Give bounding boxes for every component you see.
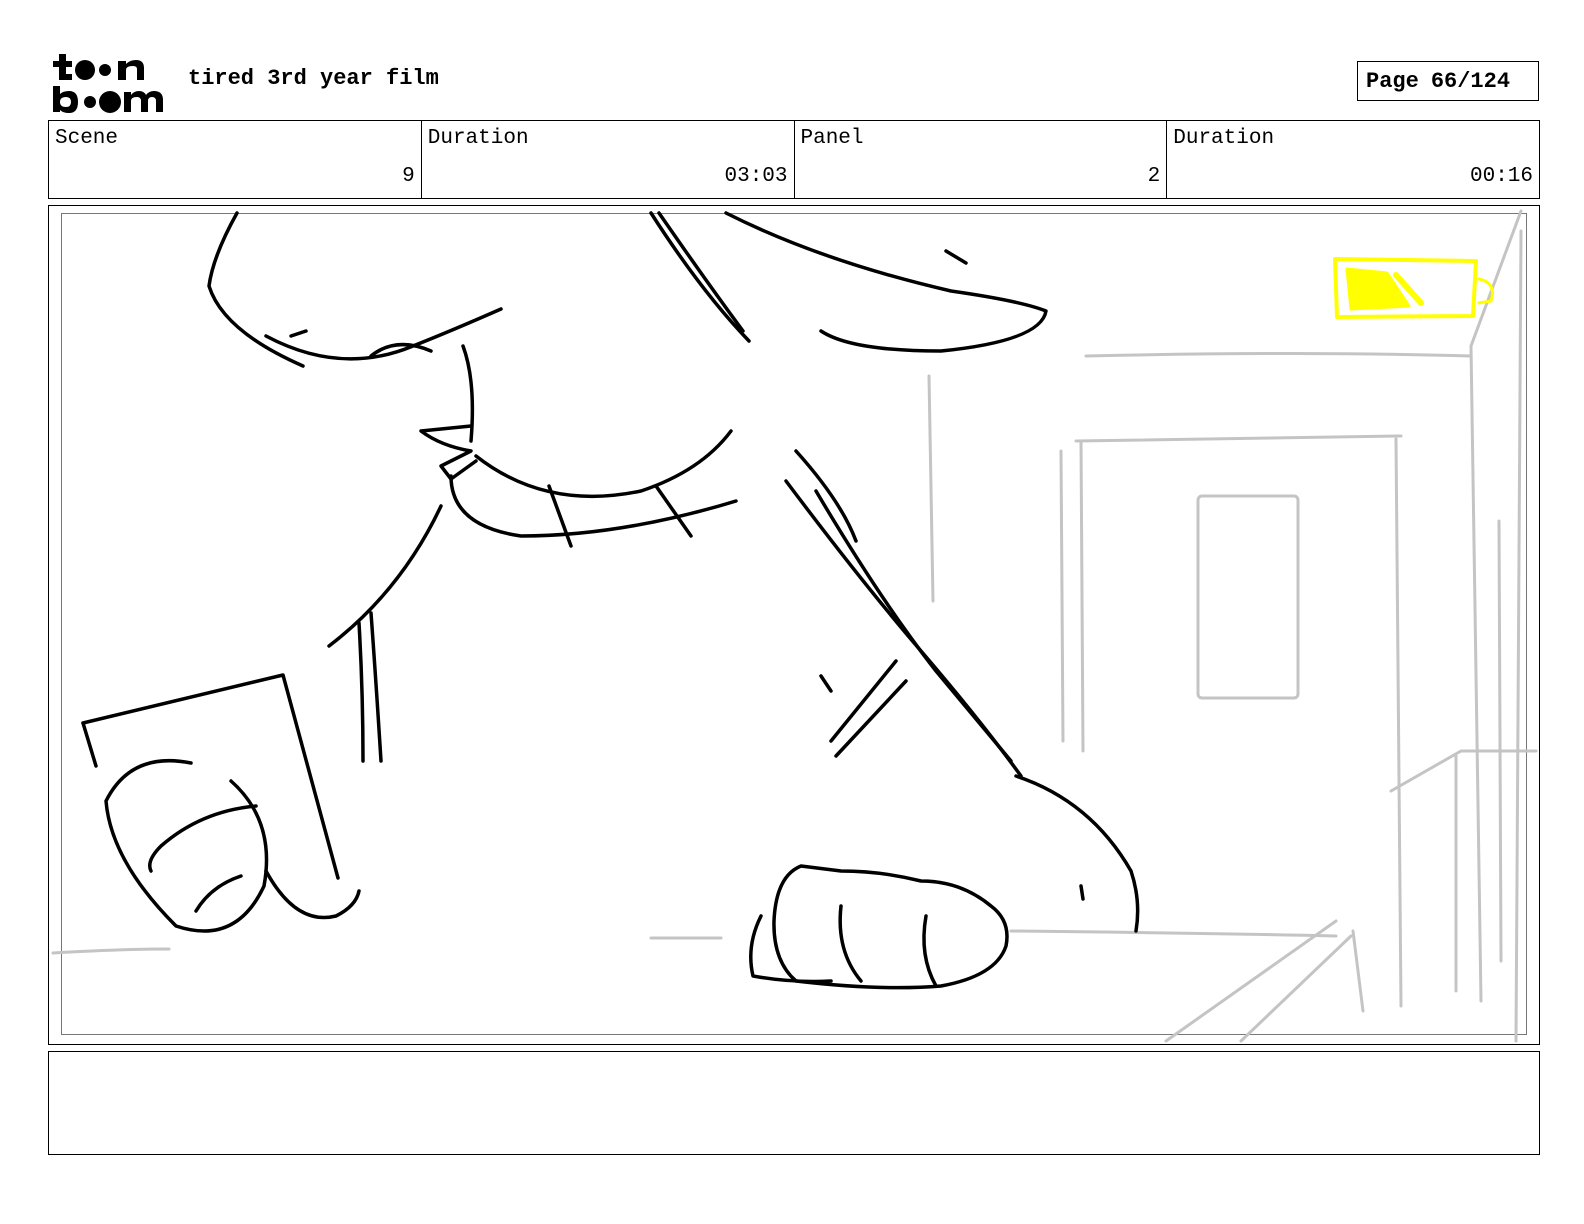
panel-notes-box[interactable] xyxy=(48,1051,1540,1155)
page-indicator: Page 66/124 xyxy=(1357,61,1539,101)
scene-duration-value: 03:03 xyxy=(724,165,788,188)
page-number: 66/124 xyxy=(1430,68,1511,94)
character-sketch xyxy=(81,211,1140,990)
yellow-highlight-sketch xyxy=(1333,257,1494,319)
panel-duration-value: 00:16 xyxy=(1469,165,1533,188)
panel-cell: Panel 2 xyxy=(795,121,1168,198)
storyboard-panel xyxy=(48,205,1540,1045)
panel-sketch xyxy=(51,209,1538,1043)
page-label: Page xyxy=(1366,68,1419,94)
scene-label: Scene xyxy=(55,127,119,150)
scene-duration-label: Duration xyxy=(427,127,529,150)
project-title: tired 3rd year film xyxy=(188,66,439,91)
panel-label: Panel xyxy=(800,127,864,150)
scene-info-table: Scene 9 Duration 03:03 Panel 2 Duration … xyxy=(48,120,1540,199)
panel-duration-cell: Duration 00:16 xyxy=(1167,121,1539,198)
panel-value: 2 xyxy=(1147,165,1161,188)
toon-boom-logo xyxy=(53,54,163,113)
scene-value: 9 xyxy=(402,165,415,188)
background-room-sketch xyxy=(51,209,1538,1043)
scene-cell: Scene 9 xyxy=(49,121,422,198)
panel-duration-label: Duration xyxy=(1173,127,1275,150)
scene-duration-cell: Duration 03:03 xyxy=(422,121,795,198)
